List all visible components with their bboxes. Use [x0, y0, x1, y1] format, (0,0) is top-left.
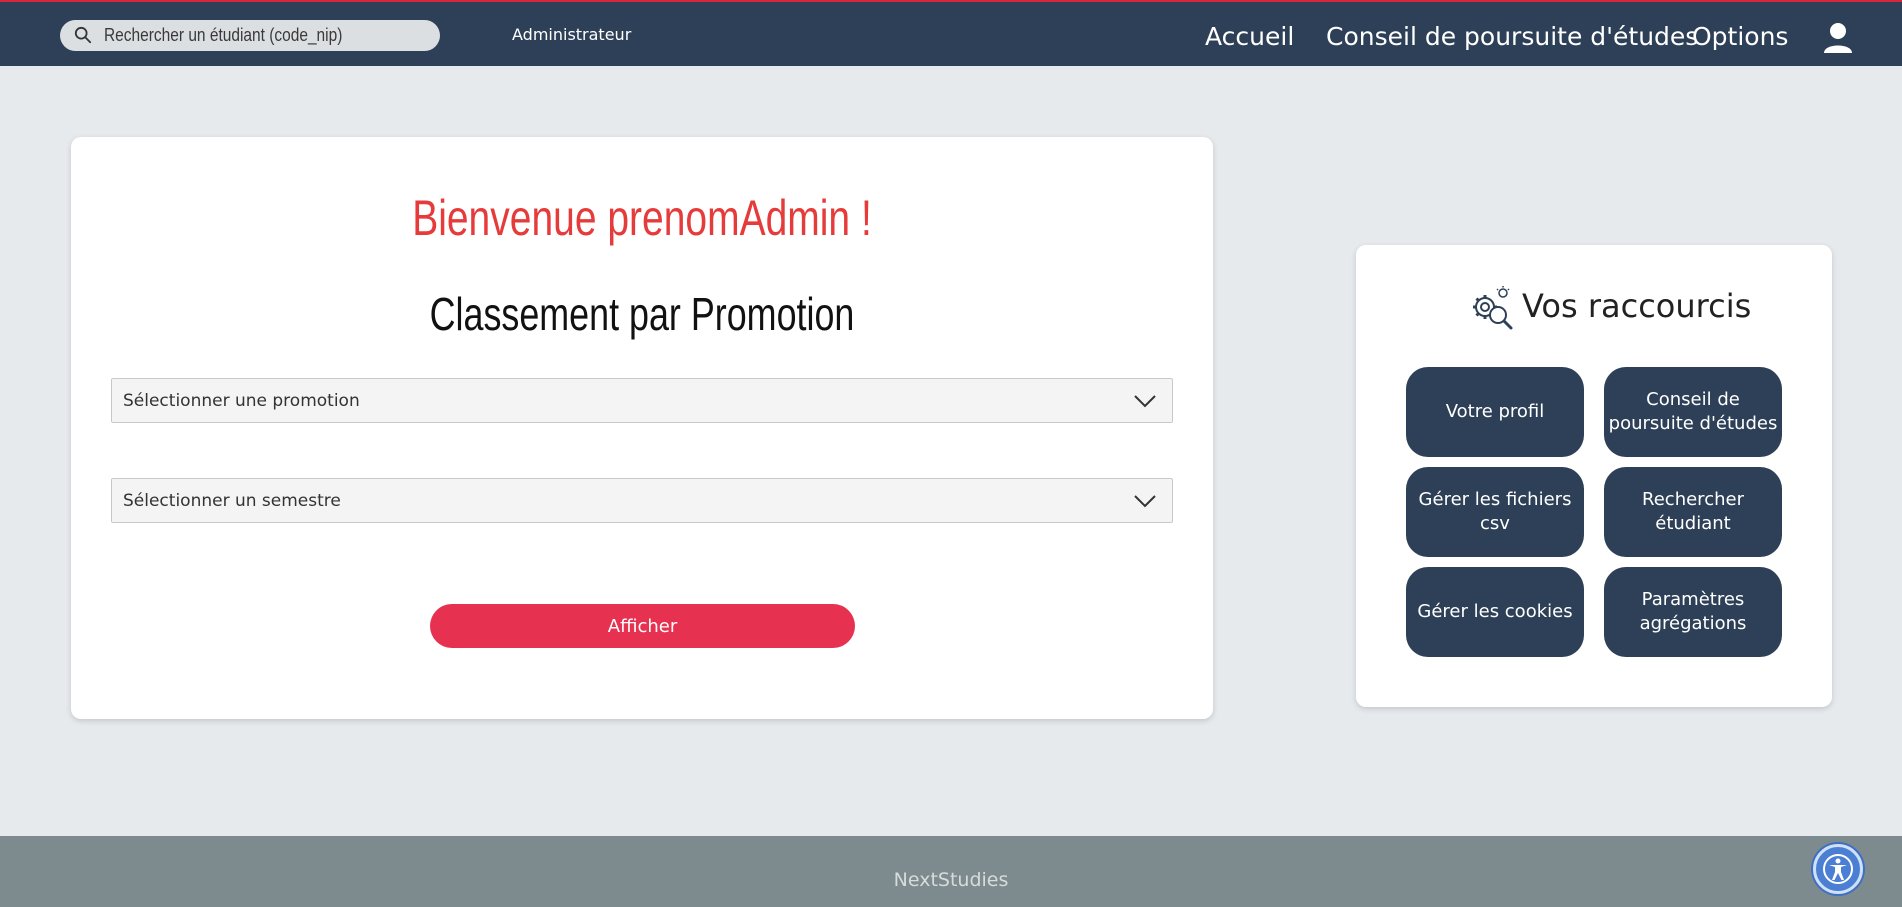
semestre-select[interactable]: Sélectionner un semestre: [111, 478, 1173, 523]
accessibility-button[interactable]: [1813, 844, 1863, 894]
top-navbar: Administrateur Accueil Conseil de poursu…: [0, 0, 1902, 66]
shortcuts-title: Vos raccourcis: [1522, 287, 1752, 325]
page-title: Classement par Promotion: [429, 288, 855, 340]
student-search: [60, 20, 440, 51]
nav-options[interactable]: Options: [1692, 22, 1788, 51]
shortcut-profil[interactable]: Votre profil: [1406, 367, 1584, 457]
settings-search-icon: [1473, 286, 1513, 330]
afficher-button[interactable]: Afficher: [430, 604, 855, 648]
shortcuts-card: Vos raccourcis Votre profil Conseil de p…: [1356, 245, 1832, 707]
search-input[interactable]: [104, 20, 380, 51]
shortcut-conseil-poursuite[interactable]: Conseil de poursuite d'études: [1604, 367, 1782, 457]
search-icon: [74, 26, 92, 44]
promotion-select-label: Sélectionner une promotion: [123, 391, 360, 411]
shortcut-cookies[interactable]: Gérer les cookies: [1406, 567, 1584, 657]
shortcut-parametres-agregations[interactable]: Paramètres agrégations: [1604, 567, 1782, 657]
shortcut-rechercher-etudiant[interactable]: Rechercher étudiant: [1604, 467, 1782, 557]
ranking-card: Bienvenue prenomAdmin ! Classement par P…: [71, 137, 1213, 719]
footer-brand: NextStudies: [893, 869, 1009, 891]
nav-conseil-poursuite[interactable]: Conseil de poursuite d'études: [1326, 22, 1698, 51]
chevron-down-icon: [1134, 495, 1156, 508]
nav-accueil[interactable]: Accueil: [1205, 22, 1294, 51]
semestre-select-label: Sélectionner un semestre: [123, 491, 341, 511]
footer: NextStudies: [0, 836, 1902, 907]
welcome-message: Bienvenue prenomAdmin !: [412, 190, 872, 246]
chevron-down-icon: [1134, 395, 1156, 408]
user-account-icon[interactable]: [1823, 22, 1853, 54]
shortcut-fichiers-csv[interactable]: Gérer les fichiers csv: [1406, 467, 1584, 557]
accessibility-icon: [1823, 854, 1853, 884]
promotion-select[interactable]: Sélectionner une promotion: [111, 378, 1173, 423]
user-role: Administrateur: [512, 25, 632, 44]
